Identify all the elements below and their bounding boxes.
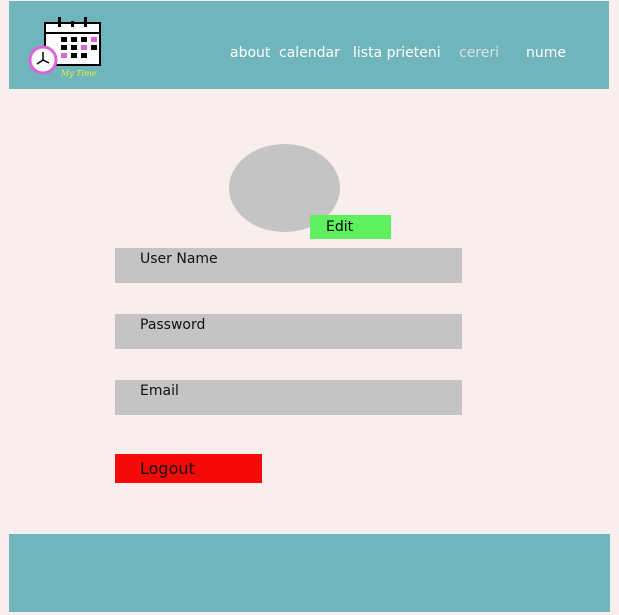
calendar-clock-logo-icon[interactable]: My Time [28,15,104,79]
profile-page: My Time about calendar lista prieteni ce… [0,0,619,615]
nav-lista-prieteni[interactable]: lista prieteni [353,45,441,61]
nav-about[interactable]: about [230,45,270,61]
footer-bar [9,534,610,612]
logo-text: My Time [60,69,97,78]
nav-cereri[interactable]: cereri [459,45,499,61]
email-field[interactable]: Email [115,380,462,415]
nav-nume[interactable]: nume [526,45,566,61]
username-field[interactable]: User Name [115,248,462,283]
header-bar: My Time about calendar lista prieteni ce… [9,1,609,89]
nav-calendar[interactable]: calendar [279,45,340,61]
edit-avatar-button[interactable]: Edit [310,215,391,239]
password-field[interactable]: Password [115,314,462,349]
logout-button[interactable]: Logout [115,454,262,483]
